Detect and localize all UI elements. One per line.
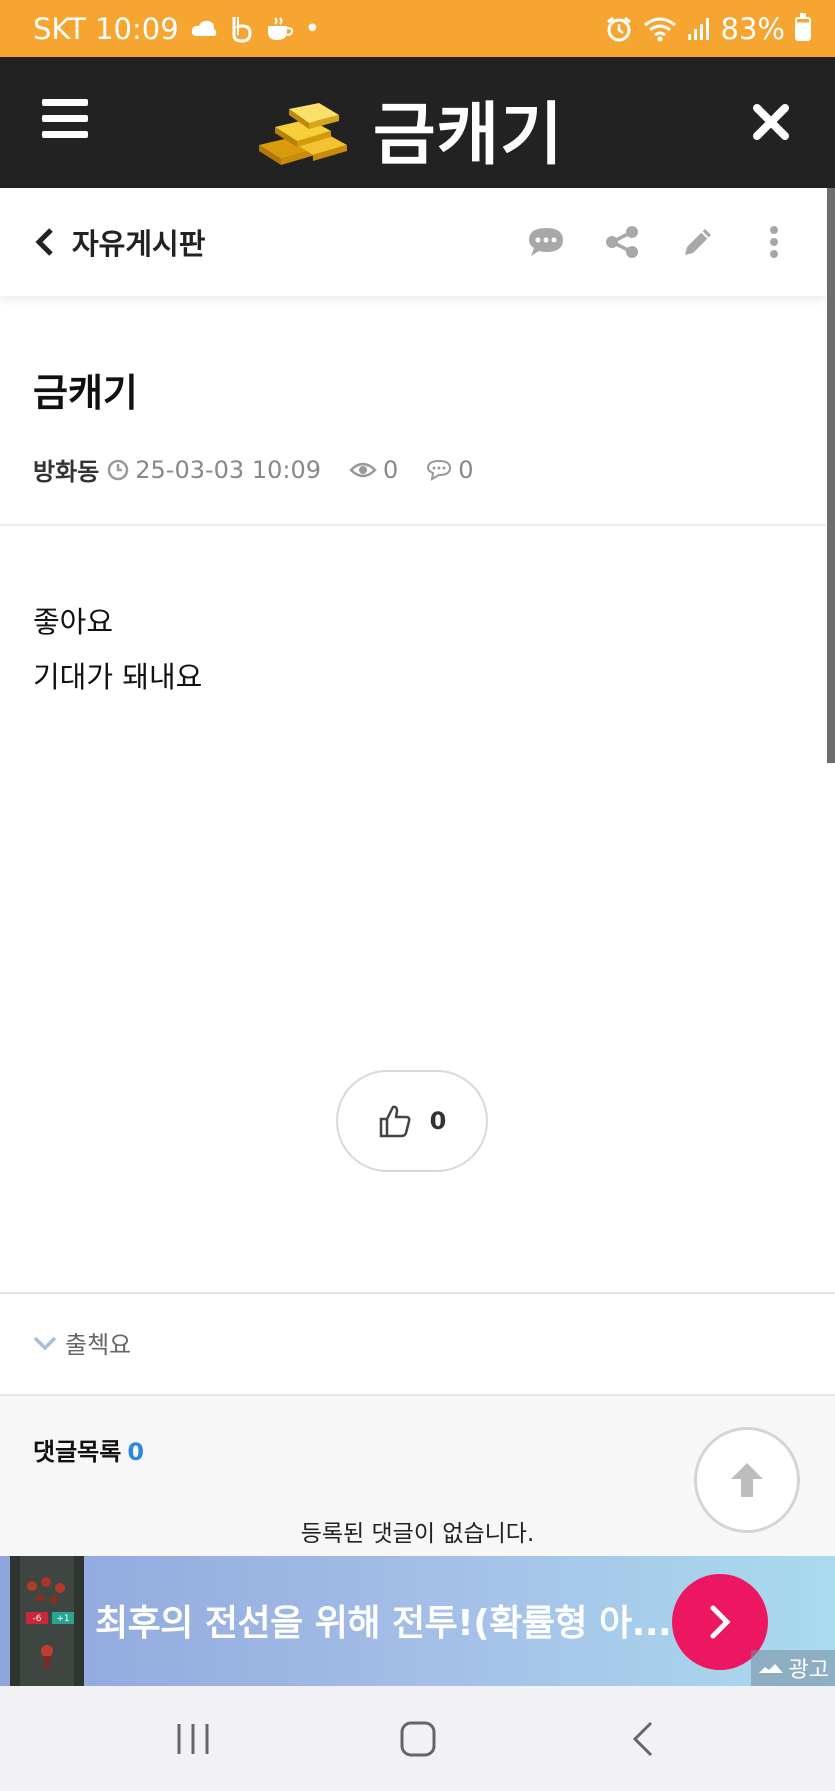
system-nav-bar bbox=[0, 1686, 835, 1791]
more-button[interactable] bbox=[754, 222, 794, 262]
board-header: 자유게시판 bbox=[0, 188, 826, 296]
like-button[interactable]: 0 bbox=[336, 1070, 488, 1172]
more-vertical-icon bbox=[770, 226, 778, 258]
chevron-down-icon bbox=[33, 1336, 57, 1350]
eye-icon bbox=[349, 462, 377, 477]
divider bbox=[0, 1292, 835, 1294]
post-meta: 방화동 25-03-03 10:09 0 0 bbox=[33, 452, 502, 487]
chevron-left-icon bbox=[35, 228, 53, 256]
clock-icon bbox=[108, 459, 129, 480]
ad-mark-icon bbox=[758, 1664, 783, 1673]
comment-button[interactable] bbox=[526, 222, 566, 262]
recent-apps-button[interactable] bbox=[163, 1709, 223, 1769]
empty-comments-message: 등록된 댓글이 없습니다. bbox=[300, 1521, 535, 1547]
ad-text[interactable]: 최후의 전선을 위해 전투!(확률형 아... bbox=[95, 1594, 672, 1646]
comment-list-count: 0 bbox=[127, 1438, 145, 1466]
share-icon bbox=[606, 226, 638, 258]
battery-percent: 83% bbox=[720, 11, 785, 46]
comment-list-label: 댓글목록 bbox=[33, 1438, 122, 1466]
post-datetime: 25-03-03 10:09 bbox=[135, 455, 321, 484]
share-button[interactable] bbox=[602, 222, 642, 262]
gold-bars-icon bbox=[259, 102, 347, 165]
divider bbox=[0, 524, 826, 526]
close-icon[interactable] bbox=[751, 102, 791, 142]
weather-icon bbox=[191, 20, 216, 36]
tag-link[interactable]: 출첵요 bbox=[33, 1325, 131, 1360]
ad-label: 광고 bbox=[750, 1650, 835, 1686]
home-button[interactable] bbox=[388, 1709, 448, 1769]
app-title: 금캐기 bbox=[373, 96, 564, 175]
wifi-icon bbox=[643, 17, 676, 41]
comment-list-title: 댓글목록 0 bbox=[33, 1432, 144, 1467]
recent-apps-icon bbox=[177, 1723, 208, 1754]
ad-label-text: 광고 bbox=[788, 1658, 829, 1683]
content-line: 기대가 돼내요 bbox=[33, 660, 203, 694]
pencil-icon bbox=[685, 229, 711, 255]
chevron-right-icon bbox=[710, 1605, 731, 1639]
dot-indicator: • bbox=[304, 13, 321, 44]
arrow-up-icon bbox=[731, 1463, 763, 1497]
chat-bubble-icon bbox=[529, 228, 563, 256]
tag-label: 출첵요 bbox=[65, 1331, 132, 1359]
back-to-board-button[interactable]: 자유게시판 bbox=[34, 221, 205, 263]
band-app-icon bbox=[232, 16, 252, 43]
signal-icon bbox=[687, 17, 709, 40]
scroll-to-top-button[interactable] bbox=[694, 1427, 800, 1533]
scrollbar[interactable] bbox=[827, 188, 835, 763]
write-button[interactable] bbox=[678, 222, 718, 262]
status-bar: SKT 10:09 • 83% bbox=[0, 0, 835, 57]
app-logo[interactable]: 금캐기 bbox=[255, 79, 564, 178]
coffee-icon bbox=[267, 16, 293, 40]
ad-banner[interactable]: -6 +1 최후의 전선을 위해 전투!(확률형 아... 광고 bbox=[0, 1556, 835, 1686]
post-title: 금캐기 bbox=[33, 371, 138, 415]
menu-icon-line bbox=[42, 131, 88, 138]
post-author[interactable]: 방화동 bbox=[33, 452, 99, 487]
board-name: 자유게시판 bbox=[72, 227, 206, 261]
comment-count-icon bbox=[427, 459, 452, 481]
menu-icon-line bbox=[42, 99, 88, 106]
content-line: 좋아요 bbox=[33, 605, 114, 639]
back-button[interactable] bbox=[613, 1709, 673, 1769]
app-header: 금캐기 bbox=[0, 57, 835, 188]
back-icon bbox=[632, 1721, 652, 1756]
thumbs-up-icon bbox=[379, 1105, 411, 1138]
ad-thumbnail: -6 +1 bbox=[10, 1556, 84, 1686]
carrier-time: SKT 10:09 bbox=[33, 11, 179, 46]
ad-thumb-badge-left: -6 bbox=[33, 1614, 42, 1624]
post-content: 좋아요 기대가 돼내요 bbox=[33, 595, 202, 705]
home-icon bbox=[400, 1721, 435, 1756]
ad-thumb-badge-right: +1 bbox=[56, 1614, 69, 1624]
post-comment-count: 0 bbox=[458, 455, 474, 484]
post-views: 0 bbox=[382, 455, 399, 484]
menu-icon-line bbox=[42, 115, 88, 122]
like-count: 0 bbox=[429, 1107, 447, 1135]
alarm-icon bbox=[606, 16, 631, 41]
ad-game-image: -6 +1 bbox=[10, 1556, 84, 1686]
battery-icon bbox=[795, 12, 811, 41]
menu-button[interactable] bbox=[42, 99, 90, 139]
